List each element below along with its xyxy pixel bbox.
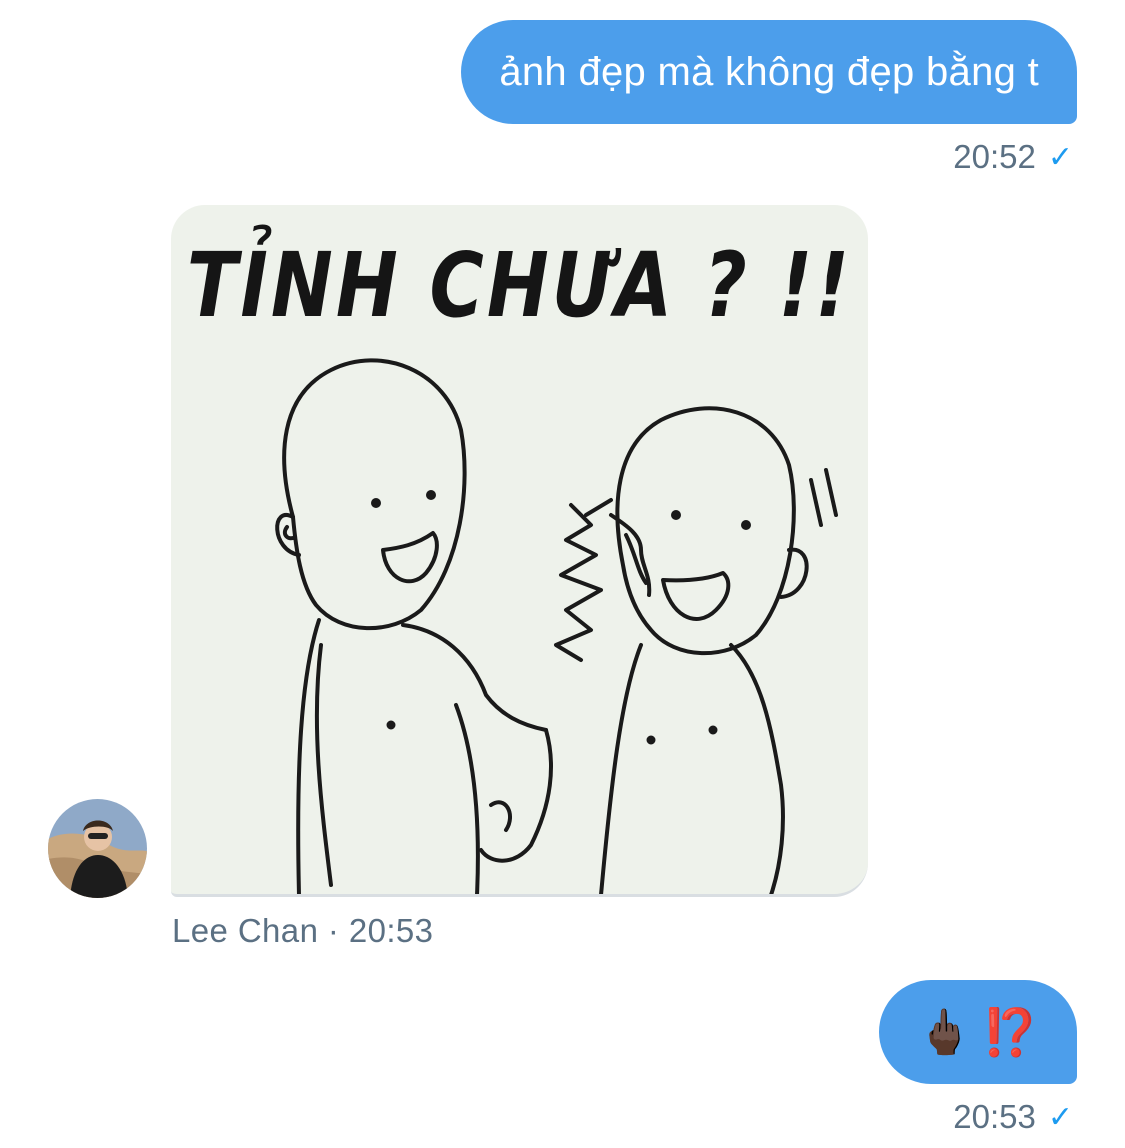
- sender-meta: Lee Chan · 20:53: [172, 912, 434, 949]
- message-time: 20:52: [953, 138, 1036, 175]
- message-time: 20:53: [953, 1098, 1036, 1135]
- image-message[interactable]: TỈNH CHƯA ? !!: [171, 205, 868, 897]
- check-icon: ✓: [1047, 140, 1073, 174]
- message-meta: 20:52 ✓: [953, 138, 1073, 176]
- check-icon: ✓: [1047, 1100, 1073, 1134]
- exclamation-question-emoji: ⁉️: [981, 1005, 1040, 1058]
- meme-caption: TỈNH CHƯA ? !!: [186, 234, 853, 338]
- message-meta: 20:53 ✓: [953, 1098, 1073, 1136]
- avatar-image: [48, 799, 147, 898]
- outgoing-message-bubble[interactable]: ảnh đẹp mà không đẹp bằng t: [461, 20, 1077, 124]
- outgoing-emoji-bubble[interactable]: 🖕🏿 ⁉️: [879, 980, 1077, 1084]
- avatar[interactable]: [48, 799, 147, 898]
- middle-finger-emoji: 🖕🏿: [916, 1008, 972, 1057]
- message-text: ảnh đẹp mà không đẹp bằng t: [499, 49, 1039, 94]
